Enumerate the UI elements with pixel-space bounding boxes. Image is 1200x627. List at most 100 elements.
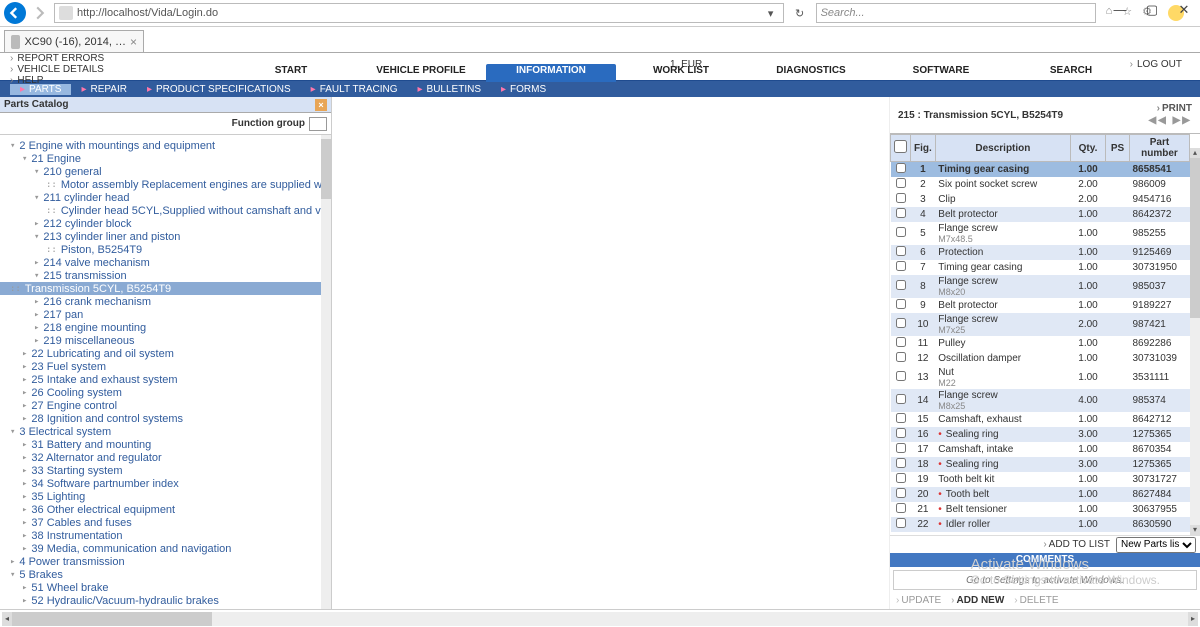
table-row[interactable]: 20•Tooth belt1.008627484	[891, 487, 1190, 502]
tree-item[interactable]: ▸219 miscellaneous	[10, 334, 321, 347]
col-pn[interactable]: Part number	[1130, 135, 1190, 162]
tree-item[interactable]: ▸214 valve mechanism	[10, 256, 321, 269]
maximize-button[interactable]: ▢	[1142, 2, 1162, 18]
top-nav-software[interactable]: SOFTWARE	[876, 64, 1006, 80]
table-row[interactable]: 6Protection1.009125469	[891, 245, 1190, 260]
page-nav-arrows[interactable]: ◀◀ ▶▶	[1148, 115, 1192, 127]
print-link[interactable]: PRINT	[1148, 103, 1192, 115]
top-nav-search[interactable]: SEARCH	[1006, 64, 1136, 80]
tree-item[interactable]: ▾5 Brakes	[10, 568, 321, 581]
tree-item[interactable]: ▾21 Engine	[10, 152, 321, 165]
tree-item[interactable]: ▸51 Wheel brake	[10, 581, 321, 594]
table-row[interactable]: 21•Belt tensioner1.0030637955	[891, 502, 1190, 517]
tree-item[interactable]: ▾213 cylinder liner and piston	[10, 230, 321, 243]
top-nav-diagnostics[interactable]: DIAGNOSTICS	[746, 64, 876, 80]
sub-nav-fault-tracing[interactable]: ▸FAULT TRACING	[301, 84, 408, 95]
tree-item[interactable]: ::Transmission 5CYL, B5254T9	[0, 282, 321, 295]
table-row[interactable]: 3Clip2.009454716	[891, 192, 1190, 207]
tree-item[interactable]: ▸216 crank mechanism	[10, 295, 321, 308]
table-row[interactable]: 17Camshaft, intake1.008670354	[891, 442, 1190, 457]
table-row[interactable]: 18•Sealing ring3.001275365	[891, 457, 1190, 472]
table-row[interactable]: 4Belt protector1.008642372	[891, 207, 1190, 222]
forward-button[interactable]	[30, 3, 50, 23]
table-row[interactable]: 11Pulley1.008692286	[891, 336, 1190, 351]
top-nav-vehicle-profile[interactable]: VEHICLE PROFILE	[356, 64, 486, 80]
tree-item[interactable]: ▸52 Hydraulic/Vacuum-hydraulic brakes	[10, 594, 321, 607]
table-row[interactable]: 13NutM221.003531111	[891, 366, 1190, 389]
table-row[interactable]: 8Flange screwM8x201.00985037	[891, 275, 1190, 298]
add-new-button[interactable]: ADD NEW	[951, 595, 1004, 609]
tree-item[interactable]: ▸27 Engine control	[10, 399, 321, 412]
tree-item[interactable]: ▸31 Battery and mounting	[10, 438, 321, 451]
row-checkbox[interactable]	[896, 299, 906, 309]
row-checkbox[interactable]	[896, 193, 906, 203]
row-checkbox[interactable]	[896, 394, 906, 404]
row-checkbox[interactable]	[896, 337, 906, 347]
col-desc[interactable]: Description	[935, 135, 1070, 162]
update-button[interactable]: UPDATE	[896, 595, 941, 609]
tree-item[interactable]: ▸22 Lubricating and oil system	[10, 347, 321, 360]
col-fig[interactable]: Fig.	[911, 135, 936, 162]
tree-item[interactable]: ▸33 Starting system	[10, 464, 321, 477]
tree-item[interactable]: ▸35 Lighting	[10, 490, 321, 503]
row-checkbox[interactable]	[896, 227, 906, 237]
sidebar-close-icon[interactable]: ×	[315, 99, 327, 111]
table-row[interactable]: 12Oscillation damper1.0030731039	[891, 351, 1190, 366]
tree-item[interactable]: ▸26 Cooling system	[10, 386, 321, 399]
close-button[interactable]: ✕	[1174, 2, 1194, 18]
vehicle-details-link[interactable]: VEHICLE DETAILS	[10, 64, 104, 75]
tree-item[interactable]: ▾211 cylinder head	[10, 191, 321, 204]
row-checkbox[interactable]	[896, 261, 906, 271]
tab-close-icon[interactable]: ×	[130, 35, 137, 49]
url-dropdown-icon[interactable]: ▾	[763, 7, 779, 20]
col-ps[interactable]: PS	[1106, 135, 1130, 162]
row-checkbox[interactable]	[896, 413, 906, 423]
delete-button[interactable]: DELETE	[1014, 595, 1058, 609]
row-checkbox[interactable]	[896, 352, 906, 362]
table-row[interactable]: 9Belt protector1.009189227	[891, 298, 1190, 313]
sub-nav-forms[interactable]: ▸FORMS	[491, 84, 556, 95]
top-nav-start[interactable]: START	[226, 64, 356, 80]
table-row[interactable]: 22•Idler roller1.008630590	[891, 517, 1190, 532]
col-qty[interactable]: Qty.	[1071, 135, 1106, 162]
tree-item[interactable]: ▸38 Instrumentation	[10, 529, 321, 542]
row-checkbox[interactable]	[896, 443, 906, 453]
row-checkbox[interactable]	[896, 163, 906, 173]
tree-item[interactable]: ::Piston, B5254T9	[10, 243, 321, 256]
row-checkbox[interactable]	[896, 473, 906, 483]
table-row[interactable]: 1Timing gear casing1.008658541	[891, 162, 1190, 178]
row-checkbox[interactable]	[896, 428, 906, 438]
row-checkbox[interactable]	[896, 280, 906, 290]
table-row[interactable]: 5Flange screwM7x48.51.00985255	[891, 222, 1190, 245]
tree-item[interactable]: ▸36 Other electrical equipment	[10, 503, 321, 516]
table-row[interactable]: 15Camshaft, exhaust1.008642712	[891, 412, 1190, 427]
address-bar[interactable]: http://localhost/Vida/Login.do ▾	[54, 3, 784, 23]
row-checkbox[interactable]	[896, 503, 906, 513]
row-checkbox[interactable]	[896, 518, 906, 528]
tree-item[interactable]: ▾3 Electrical system	[10, 425, 321, 438]
tree-item[interactable]: ▸218 engine mounting	[10, 321, 321, 334]
row-checkbox[interactable]	[896, 208, 906, 218]
help-link[interactable]: HELP	[10, 75, 104, 86]
tree-item[interactable]: ▾215 transmission	[10, 269, 321, 282]
sub-nav-bulletins[interactable]: ▸BULLETINS	[408, 84, 492, 95]
tree-item[interactable]: ▸37 Cables and fuses	[10, 516, 321, 529]
tree-item[interactable]: ▸28 Ignition and control systems	[10, 412, 321, 425]
table-row[interactable]: 14Flange screwM8x254.00985374	[891, 389, 1190, 412]
tree-item[interactable]: ▸39 Media, communication and navigation	[10, 542, 321, 555]
horizontal-scrollbar[interactable]: ◂▸	[2, 612, 1198, 626]
row-checkbox[interactable]	[896, 246, 906, 256]
minimize-button[interactable]: —	[1110, 2, 1130, 18]
row-checkbox[interactable]	[896, 318, 906, 328]
tree-item[interactable]: ::Cylinder head 5CYL,Supplied without ca…	[10, 204, 321, 217]
row-checkbox[interactable]	[896, 371, 906, 381]
tree-item[interactable]: ▸212 cylinder block	[10, 217, 321, 230]
col-check[interactable]	[891, 135, 911, 162]
parts-tree[interactable]: ▾2 Engine with mountings and equipment▾2…	[0, 135, 321, 609]
add-to-list-link[interactable]: ADD TO LIST	[1043, 539, 1110, 550]
function-group-input[interactable]	[309, 117, 327, 131]
row-checkbox[interactable]	[896, 458, 906, 468]
browser-search-input[interactable]: Search...	[816, 3, 1096, 23]
back-button[interactable]	[4, 2, 26, 24]
comment-input[interactable]	[893, 570, 1197, 590]
